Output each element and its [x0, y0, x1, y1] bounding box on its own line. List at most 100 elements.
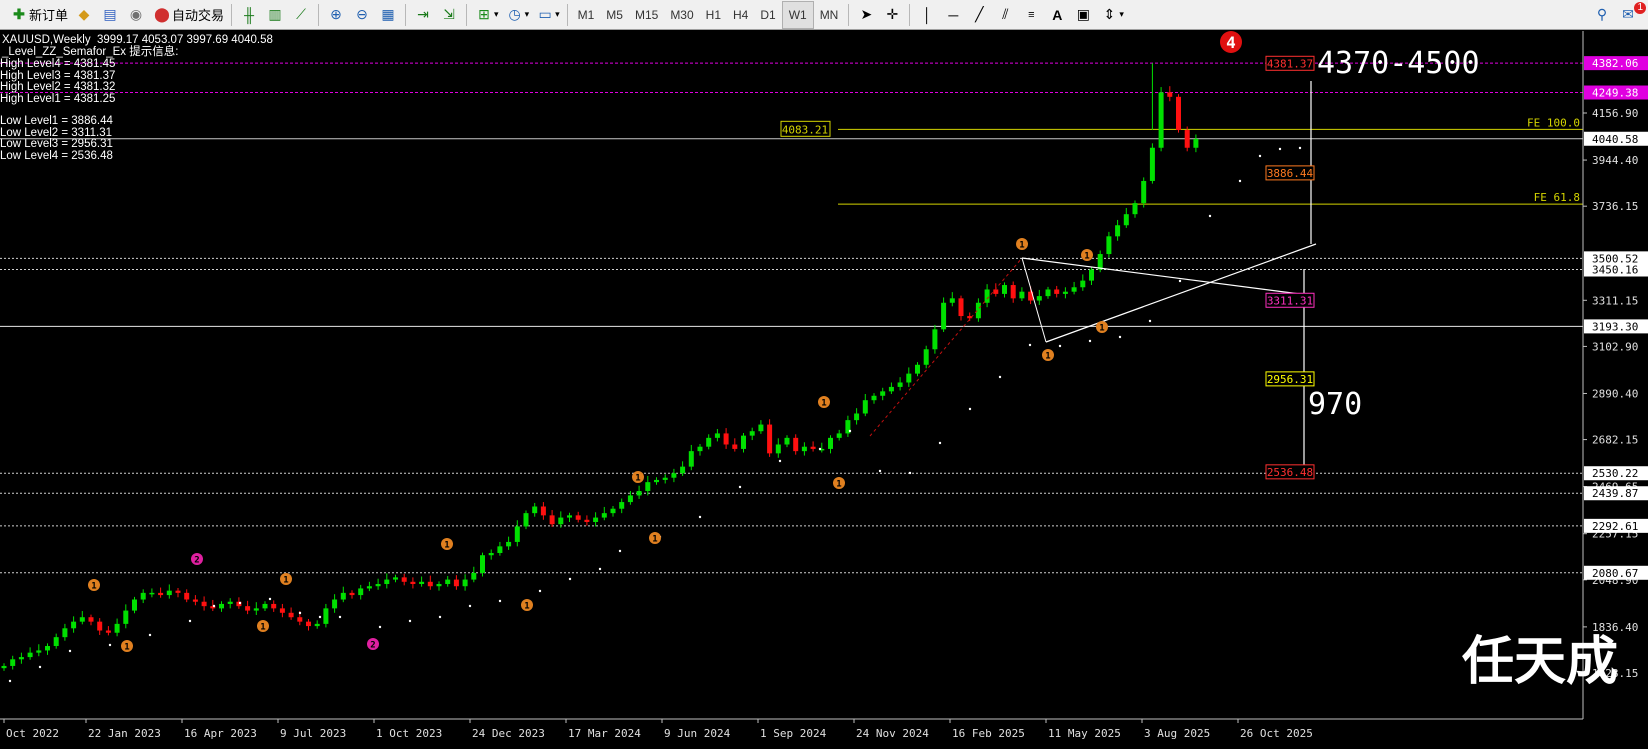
trendline-button[interactable]: ╱: [966, 2, 992, 28]
timeframe-mn[interactable]: MN: [814, 2, 845, 28]
plus-icon: ✚: [13, 6, 25, 22]
tile-windows-button[interactable]: ▦: [375, 2, 401, 28]
bull-candle: [784, 437, 790, 445]
bull-candle: [741, 435, 746, 449]
arrows-button[interactable]: ⇕ ▾: [1096, 2, 1127, 28]
price-label: 4249.38: [1592, 87, 1638, 100]
timeframe-m30[interactable]: M30: [664, 2, 699, 28]
price-label: 3450.16: [1592, 264, 1638, 277]
peak-marker-label: 4: [1226, 33, 1236, 52]
navigator-button[interactable]: ◉: [123, 2, 149, 28]
new-order-button[interactable]: ✚ 新订单: [6, 2, 71, 28]
bull-candle: [471, 572, 477, 580]
bull-candle: [836, 433, 842, 438]
bear-candle: [245, 606, 251, 611]
candlestick-button[interactable]: ▥: [262, 2, 288, 28]
timeframe-m1[interactable]: M1: [572, 2, 601, 28]
search-button[interactable]: ⚲: [1589, 2, 1615, 28]
sar-dot: [698, 515, 702, 519]
sar-dot: [938, 441, 942, 445]
crosshair-icon: ✛: [886, 6, 899, 22]
separator: [405, 3, 407, 26]
level-box-label: 3311.31: [1267, 294, 1313, 307]
timeframe-d1[interactable]: D1: [754, 2, 781, 28]
bull-candle: [854, 413, 860, 421]
text-button[interactable]: A: [1044, 2, 1070, 28]
navigator-icon: ◉: [129, 6, 143, 22]
time-tick-label: 9 Jun 2024: [664, 727, 731, 740]
sar-dot: [1058, 344, 1062, 348]
bull-candle: [123, 610, 129, 624]
chart-canvas[interactable]: 1 1 1 1 1 1 1 1 1 1 1 1 1 1 2 2 4 4381.37 3886.44 3311.31 29…: [0, 31, 1648, 744]
sar-dot: [538, 589, 542, 593]
price-tick-label: 3944.40: [1592, 154, 1638, 167]
templates-button[interactable]: ▭ ▾: [532, 2, 563, 28]
fibonacci-button[interactable]: ≡: [1018, 2, 1044, 28]
price-chart[interactable]: 1 1 1 1 1 1 1 1 1 1 1 1 1 1 2 2 4 4381.37 3886.44 3311.31 29…: [0, 31, 1648, 744]
market-watch-button[interactable]: ◆: [71, 2, 97, 28]
timeframe-m15[interactable]: M15: [629, 2, 664, 28]
bull-candle: [10, 659, 16, 666]
text-label-button[interactable]: ▣: [1070, 2, 1096, 28]
sar-dot: [998, 375, 1002, 379]
semafor-marker-label: 1: [821, 399, 826, 409]
sar-dot: [238, 601, 242, 605]
bear-candle: [201, 601, 207, 607]
bull-candle: [27, 652, 33, 658]
bull-candle: [880, 391, 886, 396]
bear-candle: [1184, 130, 1190, 148]
semafor-marker-label: 1: [652, 535, 657, 545]
price-tick-label: 3102.90: [1592, 340, 1638, 353]
bar-chart-button[interactable]: ╫: [236, 2, 262, 28]
bear-candle: [184, 592, 190, 600]
bull-candle: [1062, 291, 1068, 294]
bull-candle: [932, 329, 938, 350]
bull-candle: [923, 349, 929, 365]
bull-candle: [671, 473, 677, 478]
semafor-marker-label: 1: [124, 643, 129, 653]
fibonacci-61-8-label: FE 61.8: [1534, 191, 1580, 204]
bull-candle: [906, 373, 912, 383]
cursor-button[interactable]: ➤: [853, 2, 879, 28]
timeframe-w1[interactable]: W1: [781, 0, 814, 29]
bull-candle: [506, 541, 512, 547]
data-window-button[interactable]: ▤: [97, 2, 123, 28]
timeframe-m5[interactable]: M5: [600, 2, 629, 28]
sar-dot: [598, 567, 602, 571]
bull-candle: [514, 526, 520, 542]
candlestick-icon: ▥: [268, 6, 282, 22]
chart-shift-button[interactable]: ⇥: [410, 2, 436, 28]
timeframe-h1[interactable]: H1: [700, 2, 727, 28]
sar-dot: [1258, 154, 1262, 158]
zoom-in-button[interactable]: ⊕: [323, 2, 349, 28]
semafor-marker-label: 1: [1045, 352, 1050, 362]
crosshair-button[interactable]: ✛: [879, 2, 905, 28]
zoom-out-button[interactable]: ⊖: [349, 2, 375, 28]
sar-dot: [468, 604, 472, 608]
timeframe-h4[interactable]: H4: [727, 2, 754, 28]
sar-dot: [1178, 279, 1182, 283]
auto-trading-button[interactable]: ⬤ 自动交易: [149, 2, 227, 28]
time-tick-label: 11 May 2025: [1048, 727, 1121, 740]
bull-candle: [340, 592, 346, 600]
indicators-button[interactable]: ⊞ ▾: [471, 2, 502, 28]
notifications-button[interactable]: ✉ 1: [1615, 1, 1648, 28]
bull-candle: [366, 586, 372, 589]
bear-candle: [306, 621, 311, 627]
bear-candle: [732, 444, 738, 449]
line-chart-button[interactable]: ⟋: [288, 2, 314, 28]
bear-candle: [1176, 96, 1181, 131]
sar-dot: [268, 597, 272, 601]
vertical-line-button[interactable]: │: [914, 2, 940, 28]
channel-button[interactable]: ⫽: [992, 2, 1018, 28]
bull-candle: [445, 579, 451, 585]
time-tick-label: 3 Aug 2025: [1144, 727, 1210, 740]
periods-button[interactable]: ◷ ▾: [502, 2, 533, 28]
bull-candle: [219, 603, 224, 609]
bear-candle: [549, 515, 555, 525]
sar-dot: [1028, 343, 1032, 347]
autoscroll-button[interactable]: ⇲: [436, 2, 462, 28]
horizontal-line-button[interactable]: ─: [940, 2, 966, 28]
bear-candle: [1054, 289, 1060, 294]
sar-dot: [778, 459, 782, 463]
